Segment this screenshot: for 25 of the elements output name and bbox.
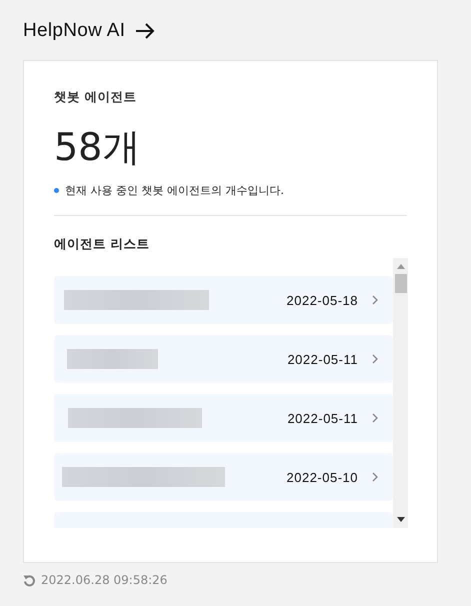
update-time: 2022.06.28 09:58:26 [41, 573, 168, 587]
note-text: 현재 사용 중인 챗봇 에이전트의 개수입니다. [65, 183, 284, 198]
agent-row[interactable]: 2022-05-10 [54, 453, 393, 501]
chevron-right-icon [372, 295, 378, 305]
chevron-right-icon [372, 354, 378, 364]
scroll-thumb[interactable] [394, 274, 406, 293]
chevron-right-icon [372, 472, 378, 482]
agent-row[interactable]: 2022-05-11 [54, 335, 393, 383]
page-title[interactable]: HelpNow AI [23, 20, 126, 42]
agent-date: 2022-05-10 [286, 470, 358, 484]
arrow-right-icon[interactable] [135, 22, 156, 40]
agent-date: 2022-05-11 [287, 352, 358, 366]
bullet-icon [54, 188, 59, 193]
scroll-down-icon[interactable] [396, 517, 404, 522]
agent-row[interactable]: 2022-05-18 [54, 276, 393, 324]
list-title: 에이전트 리스트 [54, 236, 150, 253]
agent-date: 2022-05-11 [287, 410, 358, 426]
scrollbar[interactable] [393, 258, 408, 528]
chevron-right-icon [372, 413, 378, 423]
agent-count: 58개 [54, 124, 142, 171]
card-label: 챗봇 에이전트 [54, 89, 138, 106]
agent-date: 2022-05-18 [286, 292, 358, 308]
agent-row[interactable]: 2022-05-11 [54, 394, 393, 442]
scroll-up-icon[interactable] [396, 264, 404, 269]
refresh-icon[interactable] [23, 574, 36, 586]
